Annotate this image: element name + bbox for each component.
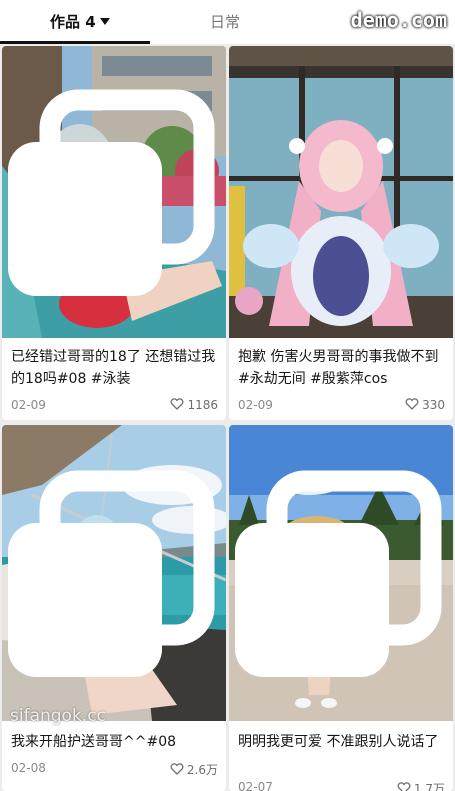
heart-outline-icon: [170, 763, 184, 775]
tab-works-label: 作品 4: [50, 13, 96, 31]
like-button[interactable]: 1186: [170, 398, 218, 412]
like-count: 1.7万: [413, 782, 445, 791]
post-date: 02-08: [11, 761, 46, 775]
post-title: 抱歉 伤害火男哥哥的事我做不到#永劫无间 #殷紫萍cos: [238, 349, 439, 387]
like-count: 1186: [187, 398, 218, 412]
watermark-bottom: sifangok.cc: [10, 706, 106, 726]
tab-daily[interactable]: 日常: [210, 12, 240, 32]
heart-outline-icon: [405, 398, 419, 410]
post-title: 明明我更可爱 不准跟别人说话了: [238, 734, 439, 750]
post-thumbnail[interactable]: [2, 425, 226, 721]
post-card-4[interactable]: 明明我更可爱 不准跟别人说话了 02-07 1.7万: [229, 425, 453, 791]
post-date: 02-09: [238, 398, 273, 412]
post-card-3[interactable]: 我来开船护送哥哥^^#08 02-08 2.6万: [2, 425, 226, 791]
heart-outline-icon: [170, 398, 184, 410]
like-button[interactable]: 330: [405, 398, 445, 412]
heart-outline-icon: [397, 782, 411, 791]
tab-daily-label: 日常: [210, 13, 241, 31]
post-date: 02-09: [11, 398, 46, 412]
like-button[interactable]: 1.7万: [397, 780, 445, 791]
like-count: 2.6万: [186, 763, 218, 777]
post-date: 02-07: [238, 780, 273, 791]
like-count: 330: [422, 398, 445, 412]
stacked-squares-icon: [8, 89, 215, 296]
stacked-squares-icon: [8, 470, 215, 677]
post-card-2[interactable]: 抱歉 伤害火男哥哥的事我做不到#永劫无间 #殷紫萍cos 02-09 330: [229, 46, 453, 420]
stacked-squares-icon: [235, 470, 442, 677]
watermark-top: demo.com: [350, 8, 447, 32]
post-thumbnail[interactable]: [2, 46, 226, 338]
post-title: 我来开船护送哥哥^^#08: [11, 734, 177, 750]
tab-works[interactable]: 作品 4: [50, 12, 110, 32]
caret-down-icon: [99, 18, 110, 25]
post-title: 已经错过哥哥的18了 还想错过我的18吗#08 #泳装: [11, 349, 216, 387]
post-thumbnail[interactable]: [229, 46, 453, 338]
post-card-1[interactable]: 已经错过哥哥的18了 还想错过我的18吗#08 #泳装 02-09 1186: [2, 46, 226, 420]
like-button[interactable]: 2.6万: [170, 761, 218, 778]
tab-bar: 作品 4 日常 demo.com: [0, 0, 455, 44]
active-tab-indicator: [0, 41, 150, 44]
post-thumbnail[interactable]: [229, 425, 453, 721]
